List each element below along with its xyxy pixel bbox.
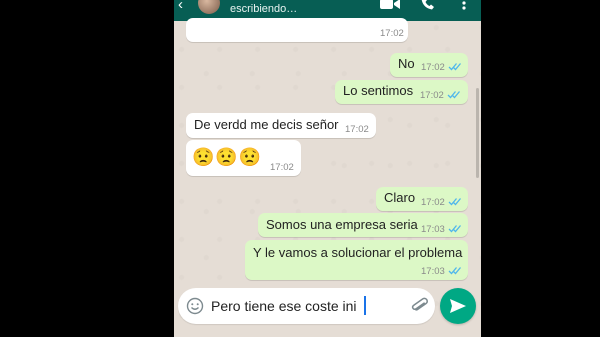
message-bubble-outgoing[interactable]: Y le vamos a solucionar el problema 17:0…	[245, 240, 468, 280]
message-bubble-incoming[interactable]: 😟😟😟 17:02	[186, 140, 301, 176]
message-emoji: 😟😟😟	[192, 147, 263, 167]
message-bubble-incoming[interactable]: De verdd me decis señor 17:02	[186, 113, 376, 138]
scrollbar[interactable]	[476, 88, 479, 178]
message-time: 17:02	[345, 124, 369, 135]
avatar[interactable]	[198, 0, 220, 14]
send-button[interactable]	[440, 288, 476, 324]
message-bubble-outgoing[interactable]: Claro 17:02	[376, 187, 468, 211]
chat-screen: ‹ escribiendo… 17:02 No 17:02 Lo sentimo…	[174, 0, 481, 337]
text-caret	[364, 296, 366, 315]
message-input[interactable]	[211, 296, 406, 316]
back-arrow-icon[interactable]: ‹	[178, 0, 183, 13]
message-text: No	[398, 56, 415, 71]
message-composer	[178, 288, 435, 324]
message-time: 17:02	[420, 90, 444, 101]
more-options-icon[interactable]	[461, 0, 467, 10]
message-time: 17:02	[421, 197, 445, 208]
typing-status: escribiendo…	[230, 3, 298, 15]
message-time: 17:03	[421, 266, 445, 277]
read-receipt-icon	[448, 63, 461, 71]
message-time: 17:02	[270, 162, 294, 173]
message-bubble-outgoing[interactable]: No 17:02	[390, 53, 468, 77]
message-time: 17:03	[421, 224, 445, 235]
message-bubble-outgoing[interactable]: Lo sentimos 17:02	[335, 80, 468, 104]
read-receipt-icon	[448, 225, 461, 233]
message-time: 17:02	[380, 28, 404, 39]
message-text: De verdd me decis señor	[194, 117, 339, 132]
message-bubble-outgoing[interactable]: Somos una empresa seria 17:03	[258, 213, 468, 237]
message-time: 17:02	[421, 62, 445, 73]
message-bubble-incoming[interactable]: 17:02	[186, 18, 408, 42]
emoji-icon[interactable]	[186, 297, 204, 315]
message-text: Somos una empresa seria	[266, 217, 418, 232]
read-receipt-icon	[448, 198, 461, 206]
read-receipt-icon	[447, 91, 460, 99]
attach-icon[interactable]	[410, 296, 430, 316]
video-call-icon[interactable]	[380, 0, 400, 11]
message-text: Lo sentimos	[343, 83, 414, 98]
message-text: Claro	[384, 190, 416, 205]
read-receipt-icon	[448, 267, 461, 275]
voice-call-icon[interactable]	[421, 0, 435, 10]
message-text: Y le vamos a solucionar el problema	[253, 245, 463, 260]
send-icon	[450, 299, 466, 313]
